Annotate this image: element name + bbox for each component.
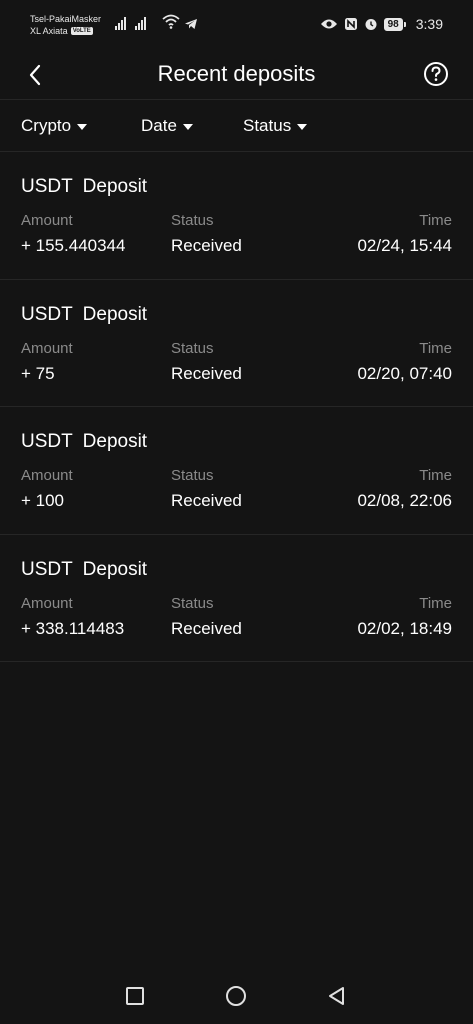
recents-button[interactable]	[123, 984, 147, 1008]
deposit-time: 02/20, 07:40	[357, 363, 452, 383]
deposit-time: 02/08, 22:06	[357, 491, 452, 510]
filter-bar: Crypto Date Status	[0, 100, 473, 152]
app-header: Recent deposits	[0, 50, 473, 100]
deposit-title: USDT Deposit	[21, 176, 148, 197]
eye-icon	[320, 19, 337, 29]
deposit-time: 02/24, 15:44	[357, 236, 452, 255]
filter-crypto[interactable]: Crypto	[21, 116, 88, 136]
deposit-amount: + 338.114483	[21, 618, 125, 638]
deposit-title: USDT Deposit	[21, 303, 148, 325]
filter-status[interactable]: Status	[243, 116, 308, 136]
deposit-time: 02/02, 18:49	[357, 618, 452, 638]
triangle-back-icon	[329, 987, 344, 1005]
deposit-list: USDT Deposit Amount Status Time + 155.44…	[0, 152, 473, 662]
deposit-status: Received	[171, 618, 242, 638]
time-label: Time	[419, 467, 452, 484]
carrier-1: Tsel-PakaiMasker	[30, 14, 102, 24]
carrier-2: XL Axiata	[30, 26, 68, 36]
caret-down-icon	[182, 123, 193, 130]
deposit-amount: + 100	[21, 491, 65, 510]
time-label: Time	[419, 594, 452, 612]
status-label: Status	[171, 594, 214, 612]
deposit-amount: + 75	[21, 363, 55, 383]
amount-label: Amount	[21, 212, 73, 229]
status-bar: Tsel-PakaiMasker XL Axiata VoLTE 98 3:39	[0, 0, 473, 50]
telegram-icon	[185, 19, 197, 29]
system-nav-bar	[0, 972, 473, 1024]
amount-label: Amount	[21, 339, 73, 357]
deposit-item[interactable]: USDT Deposit Amount Status Time + 338.11…	[0, 535, 473, 662]
clock: 3:39	[415, 16, 443, 32]
volte-badge: VoLTE	[70, 27, 93, 35]
deposit-status: Received	[171, 236, 242, 255]
home-button[interactable]	[224, 984, 248, 1008]
signal-icon	[115, 17, 126, 30]
time-label: Time	[419, 212, 452, 229]
help-button[interactable]	[421, 59, 451, 89]
circle-icon	[226, 986, 246, 1006]
alarm-icon	[365, 19, 377, 30]
wifi-icon	[162, 14, 180, 29]
question-circle-icon	[424, 62, 448, 86]
status-label: Status	[171, 212, 214, 229]
deposit-title: USDT Deposit	[21, 431, 148, 452]
deposit-status: Received	[171, 363, 242, 383]
battery-indicator: 98	[383, 17, 406, 31]
deposit-item[interactable]: USDT Deposit Amount Status Time + 155.44…	[0, 152, 473, 280]
deposit-title: USDT Deposit	[21, 558, 148, 580]
amount-label: Amount	[21, 594, 73, 612]
nfc-icon	[344, 18, 357, 30]
square-icon	[126, 987, 144, 1005]
system-back-button[interactable]	[325, 984, 349, 1008]
caret-down-icon	[77, 123, 88, 130]
caret-down-icon	[297, 123, 308, 130]
deposit-amount: + 155.440344	[21, 236, 126, 255]
status-label: Status	[171, 339, 214, 357]
carrier-info: Tsel-PakaiMasker XL Axiata VoLTE	[30, 13, 101, 37]
amount-label: Amount	[21, 467, 73, 484]
signal-icon	[135, 17, 146, 30]
filter-date[interactable]: Date	[141, 116, 193, 136]
deposit-item[interactable]: USDT Deposit Amount Status Time + 75 Rec…	[0, 280, 473, 407]
deposit-item[interactable]: USDT Deposit Amount Status Time + 100 Re…	[0, 407, 473, 535]
status-label: Status	[171, 467, 214, 484]
deposit-status: Received	[171, 491, 242, 510]
page-title: Recent deposits	[157, 61, 316, 86]
battery-level: 98	[383, 17, 403, 31]
time-label: Time	[419, 339, 452, 357]
